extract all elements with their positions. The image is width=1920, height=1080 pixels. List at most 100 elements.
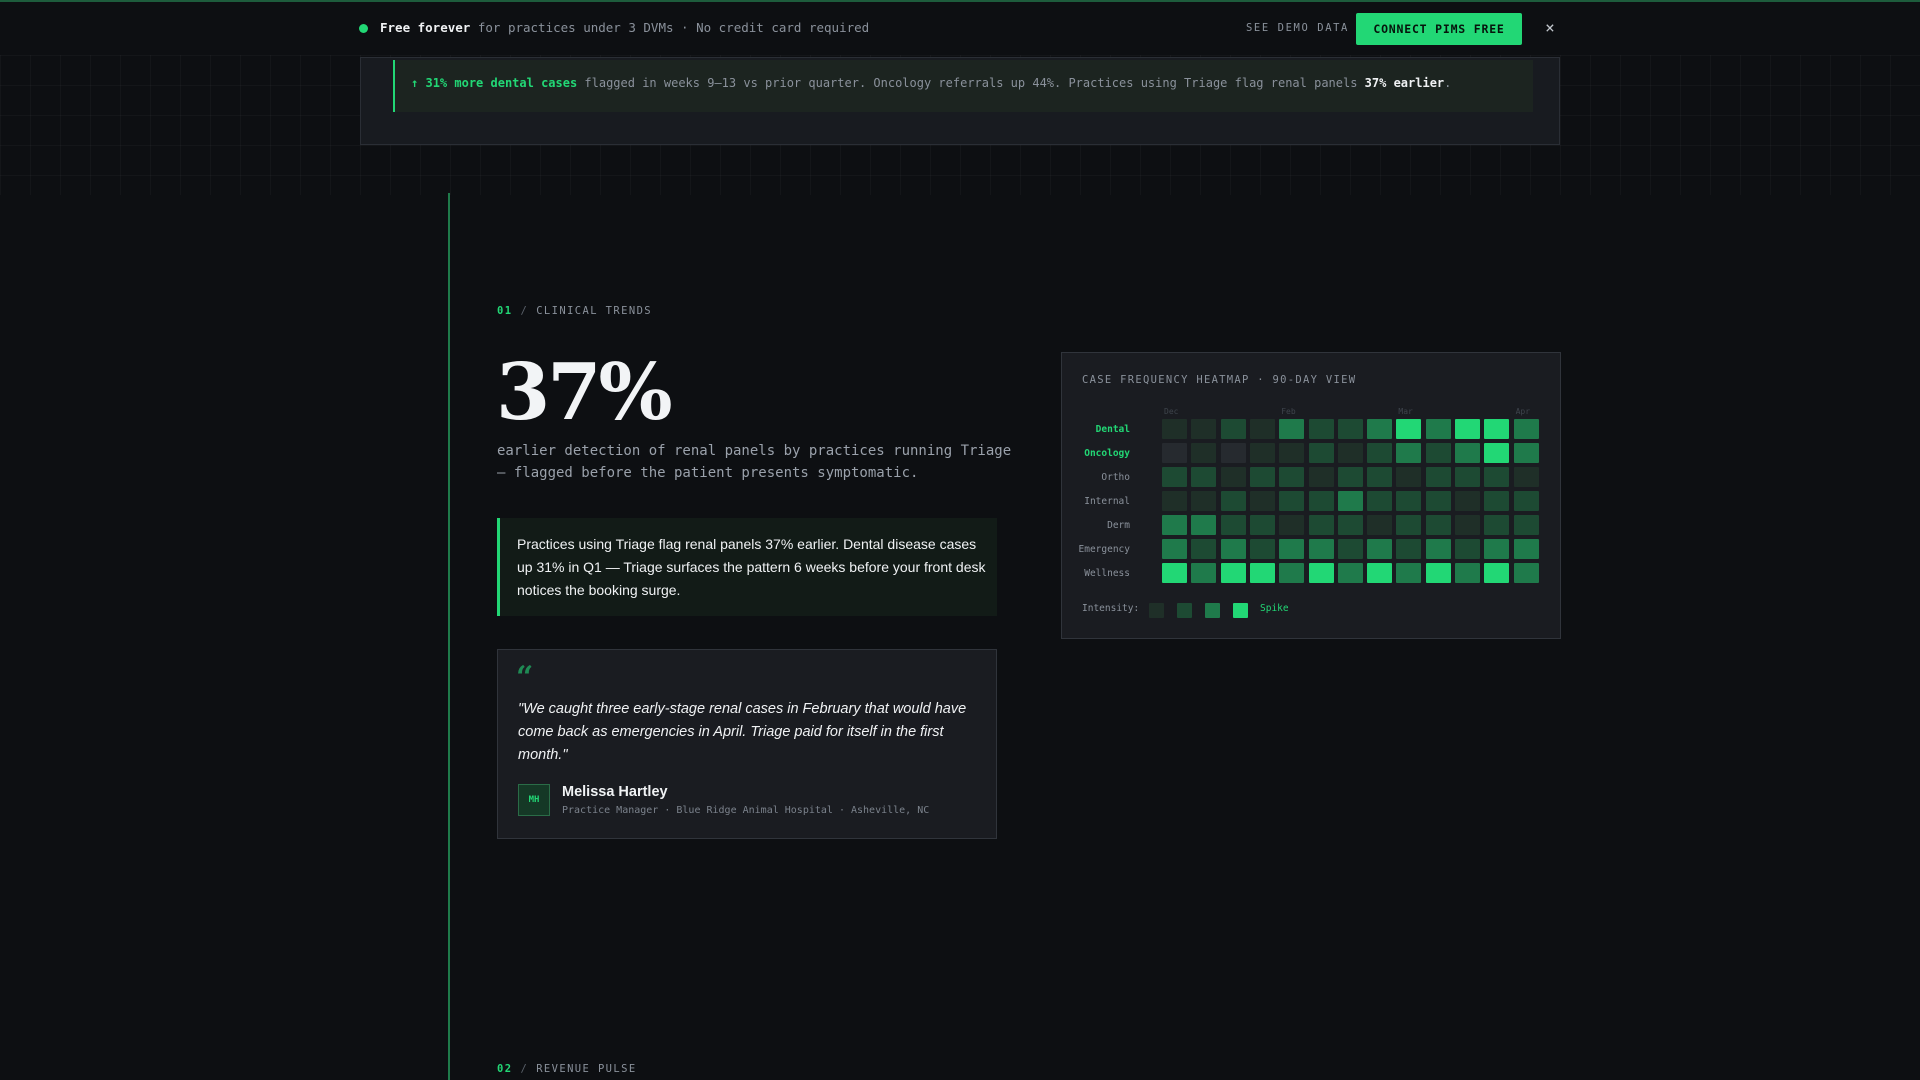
heatmap-cell[interactable] [1337,443,1363,463]
heatmap-cell[interactable] [1337,563,1363,583]
heatmap-cell[interactable] [1308,539,1334,559]
heatmap-cell[interactable] [1425,467,1451,487]
heatmap-cell[interactable] [1162,539,1187,559]
heatmap-cell[interactable] [1249,515,1275,535]
heatmap-cell[interactable] [1249,539,1275,559]
heatmap-cell[interactable] [1220,515,1246,535]
heatmap-cell[interactable] [1396,467,1422,487]
heatmap-cell[interactable] [1367,539,1393,559]
heatmap-cell[interactable] [1337,515,1363,535]
heatmap-cell[interactable] [1279,467,1305,487]
heatmap-cell[interactable] [1308,419,1334,439]
heatmap-cell[interactable] [1455,563,1480,583]
heatmap-cell[interactable] [1513,515,1539,535]
heatmap-cell[interactable] [1191,419,1217,439]
heatmap-cell[interactable] [1396,563,1422,583]
heatmap-cell[interactable] [1396,443,1422,463]
heatmap-cell[interactable] [1455,539,1480,559]
connect-pims-button[interactable]: CONNECT PIMS FREE [1356,13,1522,45]
intensity-swatch [1149,603,1164,618]
stat-description: earlier detection of renal panels by pra… [497,443,1012,481]
heatmap-cell[interactable] [1191,539,1217,559]
heatmap-cell[interactable] [1308,515,1334,535]
heatmap-cell[interactable] [1249,563,1275,583]
heatmap-cell[interactable] [1484,467,1510,487]
heatmap-cell[interactable] [1425,539,1451,559]
heatmap-cell[interactable] [1337,419,1363,439]
heatmap-cell[interactable] [1249,491,1275,511]
heatmap-cell[interactable] [1249,467,1275,487]
heatmap-cell[interactable] [1425,563,1451,583]
heatmap-cell[interactable] [1455,467,1480,487]
heatmap-cell[interactable] [1279,563,1305,583]
heatmap-cell[interactable] [1484,419,1510,439]
heatmap-cell[interactable] [1220,491,1246,511]
heatmap-cell[interactable] [1162,491,1187,511]
heatmap-cell[interactable] [1220,563,1246,583]
heatmap-cell[interactable] [1279,539,1305,559]
heatmap-cell[interactable] [1396,515,1422,535]
section-number: 02 [497,1063,513,1075]
heatmap-cell[interactable] [1279,515,1305,535]
heatmap-cell[interactable] [1455,419,1480,439]
heatmap-cell[interactable] [1220,443,1246,463]
heatmap-cell[interactable] [1455,443,1480,463]
heatmap-cell[interactable] [1425,515,1451,535]
testimonial-role: Practice Manager · Blue Ridge Animal Hos… [562,805,930,816]
heatmap-cell[interactable] [1455,491,1480,511]
heatmap-cell[interactable] [1367,515,1393,535]
heatmap-cell[interactable] [1279,443,1305,463]
see-demo-data-link[interactable]: SEE DEMO DATA [1246,22,1349,34]
heatmap-cell[interactable] [1337,467,1363,487]
heatmap-cell[interactable] [1308,443,1334,463]
heatmap-cell[interactable] [1396,539,1422,559]
heatmap-cell[interactable] [1308,491,1334,511]
heatmap-cell[interactable] [1396,419,1422,439]
heatmap-cell[interactable] [1484,539,1510,559]
heatmap-cell[interactable] [1367,563,1393,583]
heatmap-cell[interactable] [1162,515,1187,535]
heatmap-cell[interactable] [1162,419,1187,439]
heatmap-cell[interactable] [1191,563,1217,583]
heatmap-cell[interactable] [1513,491,1539,511]
heatmap-cell[interactable] [1367,467,1393,487]
heatmap-cell[interactable] [1367,419,1393,439]
heatmap-cell[interactable] [1220,539,1246,559]
heatmap-cell[interactable] [1279,491,1305,511]
heatmap-cell[interactable] [1191,491,1217,511]
heatmap-cell[interactable] [1484,443,1510,463]
heatmap-cell[interactable] [1484,563,1510,583]
heatmap-cell[interactable] [1162,467,1187,487]
heatmap-cell[interactable] [1308,563,1334,583]
heatmap-cell[interactable] [1337,491,1363,511]
heatmap-cell[interactable] [1191,467,1217,487]
heatmap-cell[interactable] [1367,491,1393,511]
testimonial-author: Melissa Hartley [562,784,668,800]
heatmap-cell[interactable] [1249,419,1275,439]
heatmap-cell[interactable] [1367,443,1393,463]
heatmap-cell[interactable] [1513,539,1539,559]
heatmap-cell[interactable] [1191,515,1217,535]
close-icon[interactable]: × [1541,18,1559,38]
heatmap-cell[interactable] [1162,563,1187,583]
heatmap-cell[interactable] [1162,443,1187,463]
heatmap-cell[interactable] [1220,467,1246,487]
heatmap-cell[interactable] [1425,443,1451,463]
heatmap-cell[interactable] [1425,419,1451,439]
heatmap-cell[interactable] [1484,515,1510,535]
heatmap-cell[interactable] [1337,539,1363,559]
heatmap-cell[interactable] [1513,419,1539,439]
heatmap-cell[interactable] [1513,563,1539,583]
insight-strip: ↑ 31% more dental cases flagged in weeks… [393,60,1533,112]
heatmap-cell[interactable] [1279,419,1305,439]
heatmap-cell[interactable] [1513,467,1539,487]
heatmap-cell[interactable] [1308,467,1334,487]
heatmap-cell[interactable] [1396,491,1422,511]
heatmap-cell[interactable] [1425,491,1451,511]
heatmap-cell[interactable] [1455,515,1480,535]
heatmap-cell[interactable] [1191,443,1217,463]
heatmap-cell[interactable] [1220,419,1246,439]
heatmap-cell[interactable] [1249,443,1275,463]
heatmap-cell[interactable] [1513,443,1539,463]
heatmap-cell[interactable] [1484,491,1510,511]
